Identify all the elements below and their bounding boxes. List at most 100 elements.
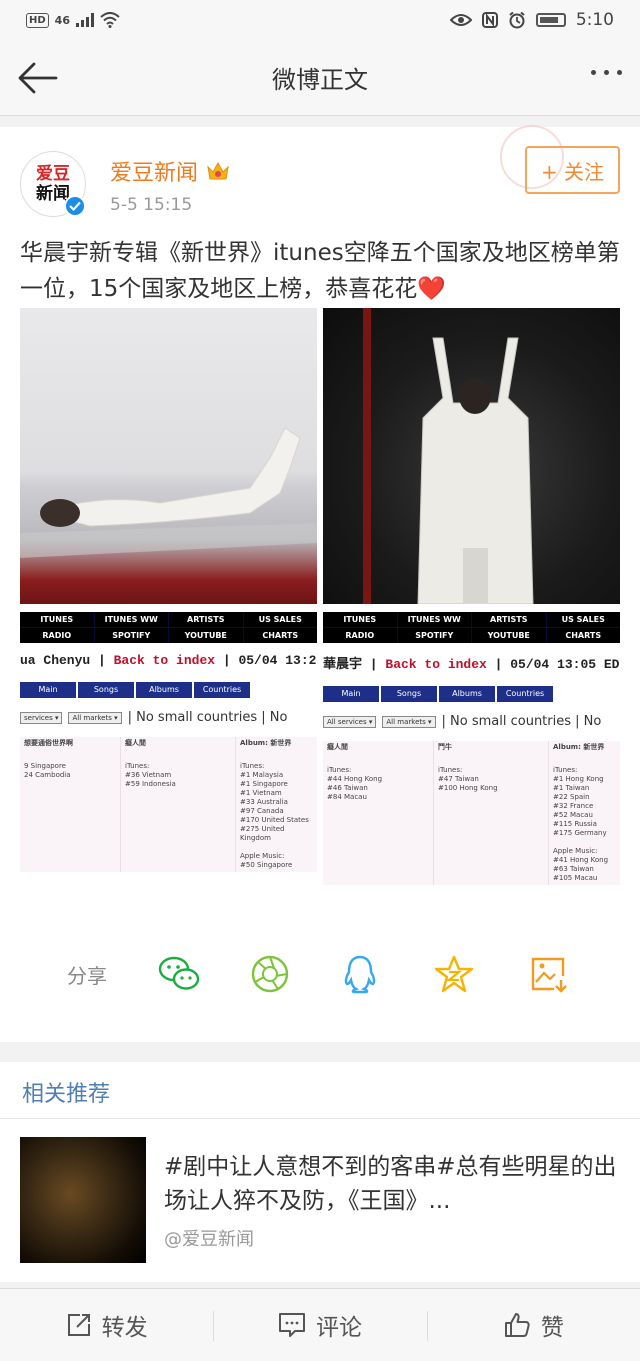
like-button[interactable]: 赞 [426, 1289, 640, 1361]
column-line: #33 Australia [240, 798, 288, 806]
crumb-back-link: Back to index [113, 653, 216, 668]
menu-item: SPOTIFY [397, 628, 471, 643]
column-header: 想要通俗世界啊 [24, 739, 73, 747]
save-image-button[interactable] [526, 952, 570, 996]
menu-item: US SALES [243, 612, 317, 627]
share-label: 分享 [67, 963, 107, 988]
column-line: iTunes: [327, 766, 352, 774]
column-line: #46 Taiwan [327, 784, 368, 792]
column-line: #32 France [553, 802, 594, 810]
menu-item: RADIO [323, 628, 397, 643]
column-line: #84 Macau [327, 793, 367, 801]
column-line [240, 843, 313, 852]
chart-screenshot-right[interactable]: ITUNES ITUNES WW ARTISTS US SALES RADIO … [323, 612, 620, 908]
comment-icon [278, 1313, 305, 1337]
comment-button[interactable]: 评论 [213, 1289, 426, 1361]
column-header: Album: 新世界 [553, 743, 605, 751]
column-line: #36 Vietnam [125, 771, 172, 779]
column-header: 癡人閒 [327, 743, 348, 751]
column-line: iTunes: [240, 762, 265, 770]
column-line: #50 Singapore [240, 861, 293, 869]
chart-table: 想要通俗世界啊 9 Singapore 24 Cambodia 癡人閒 iTunes:… [20, 737, 317, 872]
menu-item: CHARTS [243, 628, 317, 643]
crumb-artist: 華晨宇 | [323, 657, 386, 672]
menu-item: CHARTS [546, 628, 620, 643]
chart-column: 想要通俗世界啊 9 Singapore 24 Cambodia [20, 737, 120, 872]
related-title: 相关推荐 [22, 1082, 111, 1107]
column-line: #1 Vietnam [240, 789, 282, 797]
like-label: 赞 [540, 1315, 564, 1341]
chart-column: 鬥牛 iTunes: #47 Taiwan #100 Hong Kong [433, 741, 548, 885]
chart-breadcrumb: ua Chenyu | Back to index | 05/04 13:20 [20, 653, 317, 668]
column-header: 鬥牛 [438, 743, 452, 751]
more-options-button[interactable] [591, 70, 622, 75]
top-nav-bar: 微博正文 [0, 40, 640, 116]
share-wechat-button[interactable] [157, 952, 201, 996]
column-line: Apple Music: [553, 847, 598, 855]
follow-button[interactable]: + 关注 [525, 146, 620, 194]
nfc-icon [481, 12, 498, 28]
column-line: 24 Cambodia [24, 771, 71, 779]
chart-tab: Countries [497, 686, 553, 702]
column-line: #170 United States [240, 816, 309, 824]
divider [0, 1118, 640, 1119]
bottom-action-bar: 转发 评论 赞 [0, 1288, 640, 1361]
chart-filters: All services ▾ All markets ▾ | No small … [323, 714, 620, 729]
column-line [553, 838, 616, 847]
author-name-row[interactable]: 爱豆新闻 [110, 155, 230, 187]
crumb-time: | 05/04 13:20 [215, 653, 317, 668]
column-line: #1 Singapore [240, 780, 288, 788]
repost-icon [67, 1314, 90, 1336]
column-line: #41 Hong Kong [553, 856, 609, 864]
menu-item: SPOTIFY [94, 628, 168, 643]
share-row: 分享 [0, 946, 640, 1002]
related-thumbnail[interactable] [20, 1137, 146, 1263]
chart-screenshot-left[interactable]: ITUNES ITUNES WW ARTISTS US SALES RADIO … [20, 612, 317, 908]
services-select: All services ▾ [323, 715, 377, 728]
share-qq-button[interactable] [338, 952, 382, 996]
eye-icon [449, 14, 472, 26]
chart-site-menu: ITUNES ITUNES WW ARTISTS US SALES RADIO … [20, 612, 317, 643]
chart-table: 癡人閒 iTunes: #44 Hong Kong #46 Taiwan #84 Mac… [323, 741, 620, 885]
menu-item: YOUTUBE [169, 628, 243, 643]
share-qzone-button[interactable] [432, 952, 476, 996]
column-line: #115 Russia [553, 820, 597, 828]
chart-column: 癡人閒 iTunes: #36 Vietnam #59 Indonesia [120, 737, 235, 872]
crumb-time: | 05/04 13:05 EDT [486, 657, 620, 672]
related-item-text[interactable]: #剧中让人意想不到的客串#总有些明星的出场让人猝不及防，《王国》... [164, 1150, 624, 1218]
chart-column: Album: 新世界 iTunes: #1 Malaysia #1 Singapore… [235, 737, 317, 872]
menu-item: US SALES [546, 612, 620, 627]
author-name: 爱豆新闻 [110, 161, 199, 186]
qq-penguin-icon [344, 955, 376, 994]
menu-item: ARTISTS [169, 612, 243, 627]
photo-figure-standing [363, 308, 534, 604]
column-line: iTunes: [438, 766, 463, 774]
comment-label: 评论 [315, 1315, 362, 1341]
chart-tab: Songs [78, 682, 134, 698]
column-line: #97 Canada [240, 807, 284, 815]
moments-aperture-icon [251, 955, 289, 993]
column-line: #22 Spain [553, 793, 590, 801]
column-line: 9 Singapore [24, 762, 66, 770]
hd-badge: HD [26, 12, 49, 28]
menu-item: ARTISTS [472, 612, 546, 627]
logo-text-top: 爱豆 [36, 164, 70, 184]
column-line: #47 Taiwan [438, 775, 479, 783]
markets-select: All markets ▾ [382, 715, 436, 728]
photo-lying-white-outfit[interactable] [20, 308, 317, 604]
chart-site-menu: ITUNES ITUNES WW ARTISTS US SALES RADIO … [323, 612, 620, 643]
services-select: services ▾ [20, 711, 63, 724]
chart-tab: Songs [381, 686, 437, 702]
column-line: #100 Hong Kong [438, 784, 498, 792]
column-line: Apple Music: [240, 852, 285, 860]
back-button[interactable] [16, 56, 60, 100]
repost-button[interactable]: 转发 [0, 1289, 213, 1361]
menu-item: ITUNES WW [94, 612, 168, 627]
share-moments-button[interactable] [248, 952, 292, 996]
post-card: 爱豆 新闻 爱豆新闻 5-5 15:15 + 关注 华晨宇新专辑《新世界》itu… [0, 125, 640, 1042]
crumb-back-link: Back to index [385, 657, 487, 672]
column-header: Album: 新世界 [240, 739, 292, 747]
photo-standing-arms-raised[interactable] [323, 308, 620, 604]
chart-tab: Main [323, 686, 379, 702]
wechat-icon [158, 956, 200, 990]
